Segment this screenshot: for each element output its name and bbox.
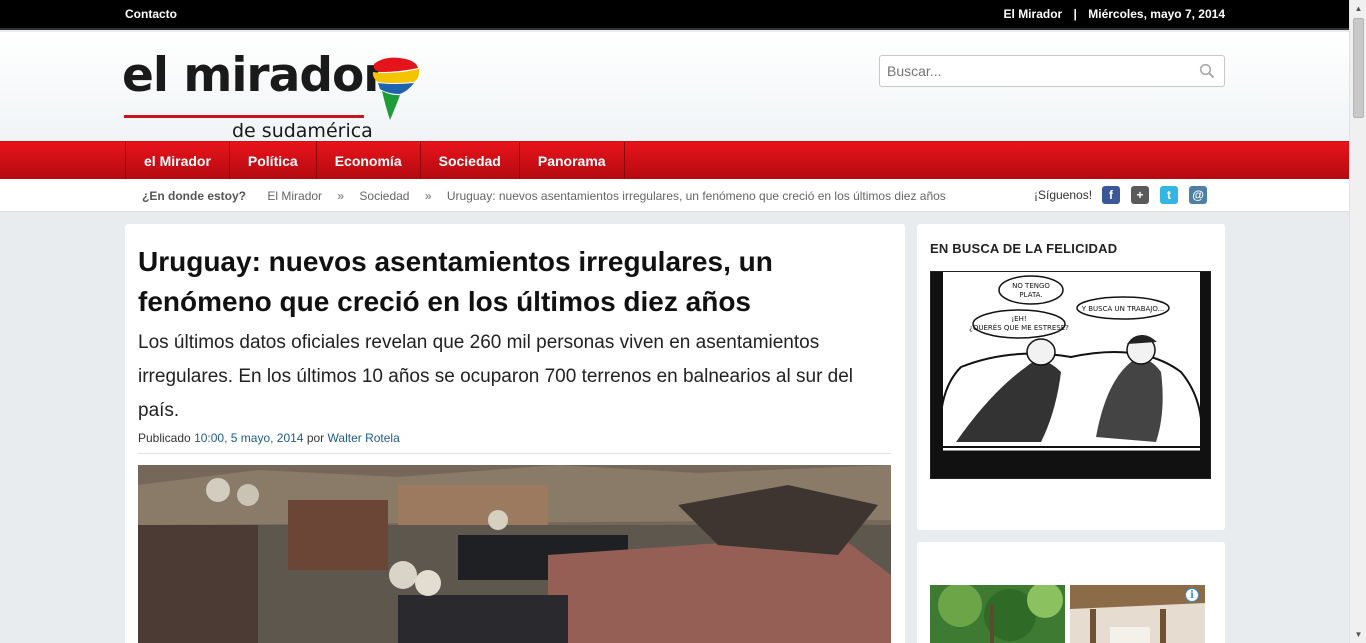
logo-underline	[124, 115, 364, 118]
scroll-down-icon[interactable]: ▼	[1350, 626, 1366, 643]
article-lede: Los últimos datos oficiales revelan que …	[138, 332, 854, 421]
south-america-logo-icon	[372, 57, 420, 120]
separator: |	[1073, 7, 1077, 21]
article-title: Uruguay: nuevos asentamientos irregulare…	[138, 246, 773, 317]
current-date: Miércoles, mayo 7, 2014	[1088, 7, 1225, 21]
main-nav: el Mirador Política Economía Sociedad Pa…	[0, 141, 1349, 180]
email-icon[interactable]: @	[1189, 186, 1208, 204]
sidebar-ad-widget: i	[917, 542, 1225, 643]
nav-item-politica[interactable]: Política	[230, 142, 317, 180]
comic-strip[interactable]: NO TENGO PLATA. ¡EH! ¿QUERÉS QUE ME ESTR…	[930, 271, 1211, 479]
breadcrumb-home[interactable]: El Mirador	[267, 189, 322, 203]
nav-list: el Mirador Política Economía Sociedad Pa…	[125, 142, 625, 180]
social-follow: ¡Síguenos! f + t @	[1034, 186, 1218, 204]
svg-text:PLATA.: PLATA.	[1019, 291, 1042, 299]
comic-bubble-3: Y BUSCA UN TRABAJO...	[1081, 305, 1165, 313]
published-time-link[interactable]: 10:00, 5 mayo, 2014	[194, 431, 303, 445]
breadcrumb-bar: ¿En donde estoy? El Mirador » Sociedad »…	[0, 179, 1349, 212]
ad-image-2[interactable]: i	[1070, 585, 1205, 643]
article-panel: Uruguay: nuevos asentamientos irregulare…	[125, 224, 905, 643]
ad-info-icon[interactable]: i	[1185, 588, 1199, 602]
comic-bubble-2: ¡EH!	[1011, 315, 1026, 323]
nav-item-panorama[interactable]: Panorama	[520, 142, 625, 180]
breadcrumb-lead: ¿En donde estoy?	[142, 189, 247, 203]
top-bar-info: El Mirador | Miércoles, mayo 7, 2014	[1004, 7, 1225, 21]
breadcrumb: ¿En donde estoy? El Mirador » Sociedad »…	[142, 189, 946, 203]
breadcrumb-arrow: »	[337, 189, 345, 203]
top-bar: Contacto El Mirador | Miércoles, mayo 7,…	[0, 0, 1349, 30]
breadcrumb-section[interactable]: Sociedad	[359, 189, 409, 203]
svg-text:¿QUERÉS QUE ME ESTRESE?: ¿QUERÉS QUE ME ESTRESE?	[969, 323, 1069, 332]
facebook-icon[interactable]: f	[1102, 186, 1121, 204]
widget-title: EN BUSCA DE LA FELICIDAD	[930, 241, 1118, 256]
nav-item-sociedad[interactable]: Sociedad	[421, 142, 520, 180]
divider	[138, 453, 891, 454]
by-label: por	[306, 431, 325, 445]
comic-bubble-1: NO TENGO	[1012, 282, 1050, 290]
scrollbar-thumb[interactable]	[1353, 18, 1364, 118]
search-icon[interactable]	[1199, 63, 1215, 84]
article-byline: Publicado 10:00, 5 mayo, 2014 por Walter…	[138, 431, 400, 445]
author-link[interactable]: Walter Rotela	[328, 431, 400, 445]
nav-item-el-mirador[interactable]: el Mirador	[126, 142, 230, 180]
scroll-up-icon[interactable]: ▲	[1350, 0, 1366, 17]
article-photo	[138, 465, 891, 643]
breadcrumb-current: Uruguay: nuevos asentamientos irregulare…	[446, 189, 946, 203]
page-scrollbar[interactable]: ▲ ▼	[1349, 0, 1366, 643]
logo-tagline: de sudamérica	[232, 120, 373, 142]
site-header: el mirador de sudamérica	[0, 32, 1349, 142]
ad-image-1[interactable]	[930, 585, 1065, 643]
contact-link[interactable]: Contacto	[125, 7, 177, 21]
follow-label: ¡Síguenos!	[1034, 188, 1093, 202]
twitter-icon[interactable]: t	[1160, 186, 1179, 204]
published-label: Publicado	[138, 431, 191, 445]
sidebar-widget-comic: EN BUSCA DE LA FELICIDAD NO TENGO PLATA.…	[917, 224, 1225, 530]
nav-item-economia[interactable]: Economía	[317, 142, 421, 180]
search-box[interactable]	[879, 55, 1225, 87]
breadcrumb-arrow: »	[424, 189, 432, 203]
site-name-link[interactable]: El Mirador	[1004, 7, 1063, 21]
logo-name: el mirador	[122, 48, 386, 103]
site-logo[interactable]: el mirador de sudamérica	[122, 48, 422, 142]
google-plus-icon[interactable]: +	[1131, 186, 1150, 204]
search-input[interactable]	[880, 56, 1180, 86]
